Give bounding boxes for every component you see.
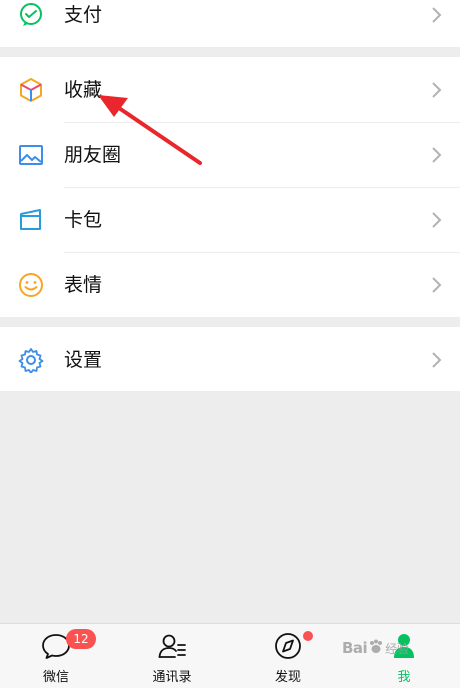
chevron-right-icon — [432, 146, 442, 163]
menu-item-label: 朋友圈 — [64, 143, 122, 166]
watermark: Bai 经验 — [342, 638, 457, 668]
wechat-pay-icon — [20, 2, 42, 26]
moments-picture-icon — [19, 144, 43, 165]
tab-label: 我 — [397, 670, 411, 685]
menu-group-settings: 设置 — [0, 327, 460, 391]
chevron-right-icon — [432, 211, 442, 228]
card-wallet-icon — [20, 208, 41, 230]
menu-item-moments[interactable]: 朋友圈 — [0, 122, 460, 187]
menu-item-cards[interactable]: 卡包 — [0, 187, 460, 252]
watermark-text: Bai — [342, 639, 368, 657]
menu-item-pay[interactable]: 支付 — [0, 0, 460, 47]
chevron-right-icon — [432, 81, 442, 98]
chevron-right-icon — [432, 276, 442, 293]
gear-icon — [18, 347, 44, 373]
smiley-icon — [19, 272, 43, 297]
chevron-right-icon — [432, 6, 442, 23]
menu-group-main: 收藏 朋友圈 卡包 表情 — [0, 57, 460, 317]
menu-item-label: 卡包 — [64, 208, 103, 231]
menu-item-stickers[interactable]: 表情 — [0, 252, 460, 317]
notification-dot — [303, 631, 313, 641]
menu-item-label: 表情 — [64, 273, 103, 296]
chevron-right-icon — [432, 351, 442, 368]
watermark-sub: 经验 — [385, 642, 409, 656]
tab-label: 通讯录 — [152, 670, 192, 685]
menu-group-pay: 支付 — [0, 0, 460, 47]
menu-item-favorites[interactable]: 收藏 — [0, 57, 460, 122]
tab-label: 发现 — [274, 670, 301, 685]
tab-contacts[interactable]: 通讯录 — [132, 624, 212, 688]
compass-icon — [275, 633, 301, 659]
menu-item-label: 设置 — [64, 348, 103, 371]
tab-chats[interactable]: 12 微信 — [16, 624, 96, 688]
menu-item-settings[interactable]: 设置 — [0, 327, 460, 392]
tab-label: 微信 — [42, 670, 69, 685]
paw-icon — [370, 639, 383, 653]
contacts-icon — [158, 634, 186, 658]
unread-badge: 12 — [66, 629, 96, 649]
favorites-cube-icon — [20, 77, 42, 102]
menu-item-label: 支付 — [64, 3, 103, 26]
menu-item-label: 收藏 — [64, 78, 103, 101]
tab-discover[interactable]: 发现 — [248, 624, 328, 688]
